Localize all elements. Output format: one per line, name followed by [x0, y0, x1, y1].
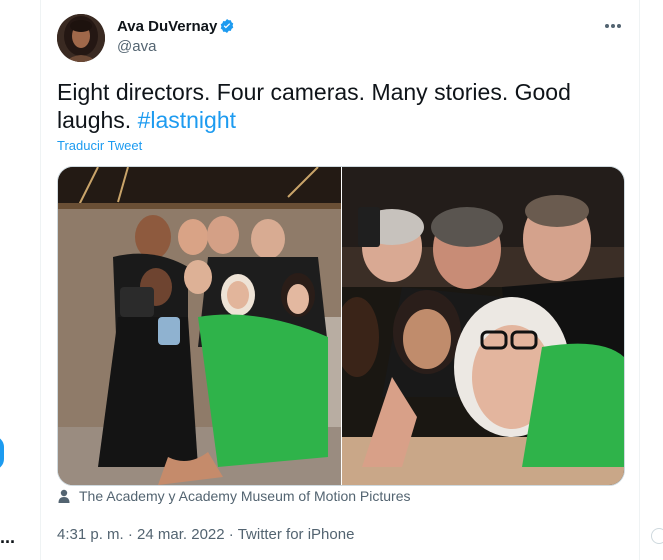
tweet-compose-button[interactable] — [0, 436, 4, 470]
account-menu-more[interactable]: ... — [0, 528, 15, 546]
media-tag-row[interactable]: The Academy y Academy Museum of Motion P… — [57, 488, 410, 504]
verified-badge-icon — [220, 19, 234, 33]
meta-separator-1: · — [127, 526, 133, 543]
media-photo-left[interactable] — [58, 167, 341, 485]
tweet-time[interactable]: 4:31 p. m. — [57, 526, 124, 543]
tweet-text-body: Eight directors. Four cameras. Many stor… — [57, 79, 571, 133]
media-grid — [57, 166, 625, 486]
more-options-button[interactable] — [602, 16, 624, 36]
right-rail — [639, 0, 663, 560]
person-icon — [58, 489, 70, 503]
tweet-card: Ava DuVernay @ava Eight directors. Four … — [41, 0, 638, 560]
hashtag-link[interactable]: #lastnight — [138, 107, 236, 133]
ellipsis-icon — [605, 24, 621, 28]
translate-tweet-link[interactable]: Traducir Tweet — [57, 138, 142, 153]
media-tag-text: The Academy y Academy Museum of Motion P… — [79, 488, 411, 504]
tweet-date[interactable]: 24 mar. 2022 — [137, 526, 225, 543]
meta-separator-2: · — [228, 526, 234, 543]
scroll-corner-control[interactable] — [651, 528, 663, 544]
left-navigation-rail: ... — [0, 0, 41, 560]
tweet-text: Eight directors. Four cameras. Many stor… — [57, 78, 597, 134]
media-photo-right[interactable] — [342, 167, 624, 485]
author-handle[interactable]: @ava — [117, 38, 156, 55]
avatar-photo — [57, 14, 105, 62]
tweet-source[interactable]: Twitter for iPhone — [238, 526, 355, 543]
avatar[interactable] — [57, 14, 105, 62]
tweet-meta: 4:31 p. m. · 24 mar. 2022 · Twitter for … — [57, 526, 354, 543]
author-name[interactable]: Ava DuVernay — [117, 18, 217, 35]
